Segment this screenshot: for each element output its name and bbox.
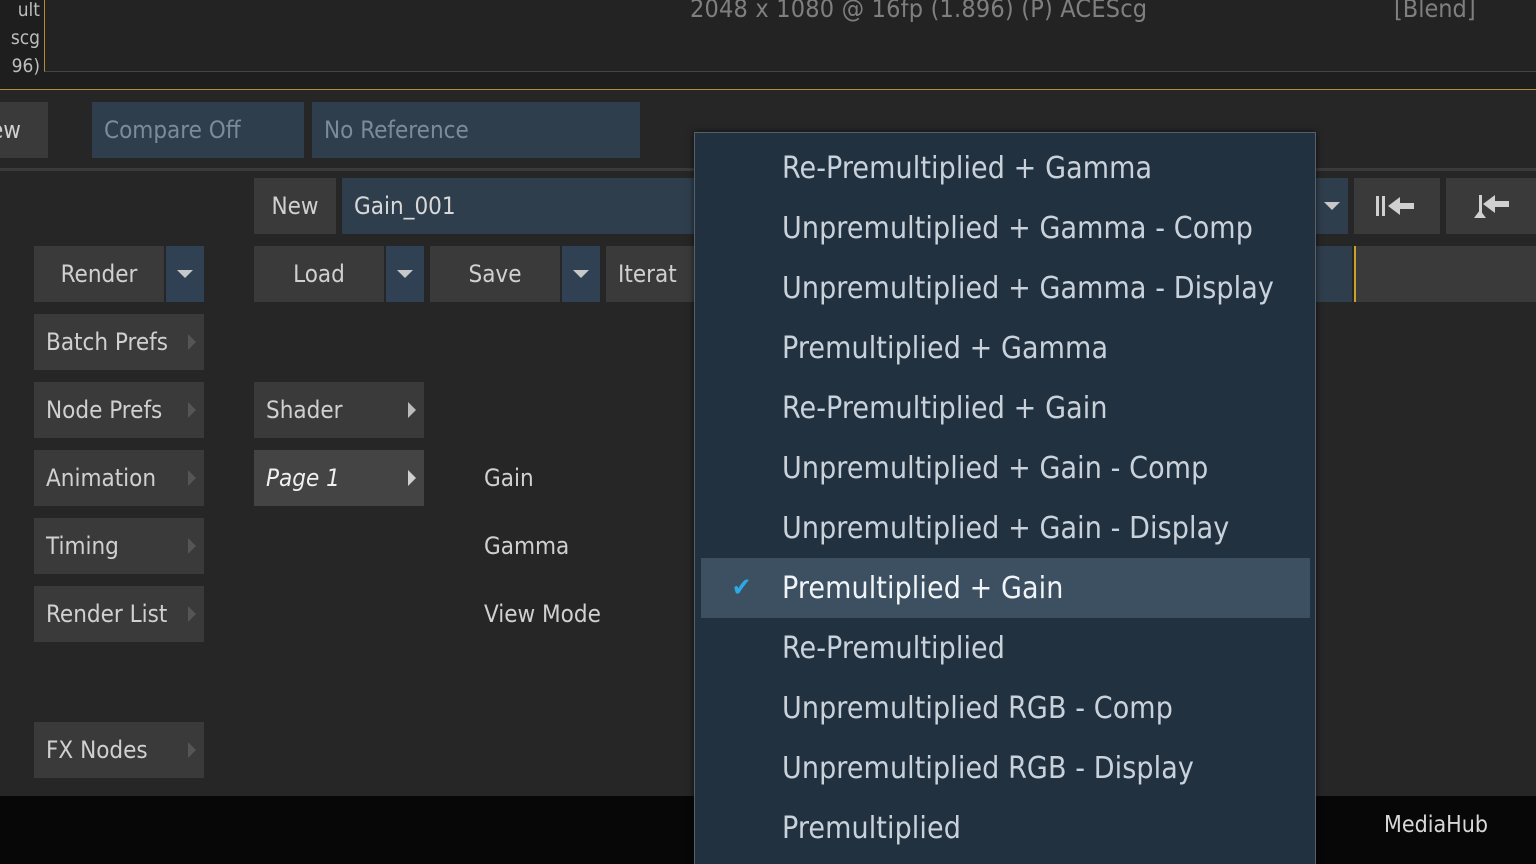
setup-name-dropdown[interactable] xyxy=(1316,178,1348,234)
menu-item[interactable]: Unpremultiplied + Gamma - Comp xyxy=(701,198,1310,258)
timeline-field[interactable] xyxy=(1354,246,1536,302)
render-list-label: Render List xyxy=(46,600,168,628)
chevron-right-icon xyxy=(408,402,416,418)
menu-item-label: Re-Premultiplied xyxy=(782,630,1006,666)
chevron-right-icon xyxy=(188,334,196,350)
compare-selector[interactable]: Compare Off xyxy=(92,102,304,158)
gamma-label: Gamma xyxy=(484,532,570,560)
new-setup-button[interactable]: New xyxy=(254,178,336,234)
right-field[interactable] xyxy=(1316,246,1352,302)
load-button[interactable]: Load xyxy=(254,246,384,302)
load-dropdown[interactable] xyxy=(386,246,424,302)
fx-nodes-label: FX Nodes xyxy=(46,736,148,764)
view-mode-menu: Re-Premultiplied + Gamma Unpremultiplied … xyxy=(694,132,1316,864)
menu-item-label: Re-Premultiplied + Gain xyxy=(782,390,1108,426)
menu-item[interactable]: Re-Premultiplied + Gamma xyxy=(701,138,1310,198)
menu-item-label: Premultiplied + Gamma xyxy=(782,330,1109,366)
chevron-down-icon xyxy=(573,270,589,278)
menu-item[interactable]: Re-Premultiplied + Gain xyxy=(701,378,1310,438)
fx-nodes-button[interactable]: FX Nodes xyxy=(34,722,204,778)
chevron-down-icon xyxy=(177,270,193,278)
resolution-info: 2048 x 1080 @ 16fp (1.896) (P) ACEScg xyxy=(690,0,1148,23)
menu-item-label: Premultiplied + Gain xyxy=(782,570,1064,606)
node-prefs-button[interactable]: Node Prefs xyxy=(34,382,204,438)
menu-item-label: Unpremultiplied + Gain - Comp xyxy=(782,450,1209,486)
timing-label: Timing xyxy=(46,532,119,560)
render-dropdown[interactable] xyxy=(166,246,204,302)
menu-item[interactable]: Unpremultiplied + Gain - Display xyxy=(701,498,1310,558)
viewport-left-info: ult scg 96) xyxy=(10,0,40,77)
go-to-start-icon xyxy=(1376,196,1414,216)
chevron-down-icon xyxy=(1324,202,1340,210)
chevron-right-icon xyxy=(408,470,416,486)
batch-prefs-label: Batch Prefs xyxy=(46,328,168,356)
timing-button[interactable]: Timing xyxy=(34,518,204,574)
chevron-right-icon xyxy=(188,470,196,486)
batch-prefs-button[interactable]: Batch Prefs xyxy=(34,314,204,370)
chevron-right-icon xyxy=(188,538,196,554)
menu-item[interactable]: Premultiplied xyxy=(701,798,1310,858)
render-button[interactable]: Render xyxy=(34,246,164,302)
menu-item-label: Unpremultiplied RGB - Display xyxy=(782,750,1194,786)
page-1-button[interactable]: Page 1 xyxy=(254,450,424,506)
menu-item[interactable]: Premultiplied + Gamma xyxy=(701,318,1310,378)
menu-item[interactable]: Unpremultiplied RGB - Display xyxy=(701,738,1310,798)
menu-item[interactable]: Unpremultiplied RGB - Comp xyxy=(701,678,1310,738)
go-to-start-button[interactable] xyxy=(1354,178,1440,234)
save-dropdown[interactable] xyxy=(562,246,600,302)
view-button[interactable]: ew xyxy=(0,102,48,158)
menu-item-label: Unpremultiplied RGB - Comp xyxy=(782,690,1173,726)
menu-item[interactable]: Unpremultiplied + Gain - Comp xyxy=(701,438,1310,498)
animation-label: Animation xyxy=(46,464,157,492)
shader-page-button[interactable]: Shader xyxy=(254,382,424,438)
menu-item-label: Unpremultiplied + Gain - Display xyxy=(782,510,1230,546)
chevron-right-icon xyxy=(188,402,196,418)
page-1-label: Page 1 xyxy=(266,464,340,492)
iterate-button[interactable]: Iterat xyxy=(606,246,706,302)
mediahub-tab[interactable]: MediaHub xyxy=(1384,812,1488,838)
shader-label: Shader xyxy=(266,396,343,424)
node-prefs-label: Node Prefs xyxy=(46,396,163,424)
render-list-button[interactable]: Render List xyxy=(34,586,204,642)
menu-item-label: Unpremultiplied + Gamma - Display xyxy=(782,270,1274,306)
menu-item-label: Premultiplied xyxy=(782,810,961,846)
animation-button[interactable]: Animation xyxy=(34,450,204,506)
menu-item[interactable]: Unpremultiplied + Gamma - Display xyxy=(701,258,1310,318)
menu-item-label: Unpremultiplied + Gamma - Comp xyxy=(782,210,1253,246)
menu-item[interactable]: ✔ Premultiplied + Gain xyxy=(701,558,1310,618)
chevron-right-icon xyxy=(188,742,196,758)
previous-keyframe-button[interactable] xyxy=(1446,178,1536,234)
previous-keyframe-icon xyxy=(1474,195,1509,218)
gain-label: Gain xyxy=(484,464,534,492)
reference-selector[interactable]: No Reference xyxy=(312,102,640,158)
blend-tag: [Blend] xyxy=(1394,0,1476,23)
checkmark-icon: ✔ xyxy=(731,573,752,603)
view-mode-label: View Mode xyxy=(484,600,601,628)
chevron-right-icon xyxy=(188,606,196,622)
chevron-down-icon xyxy=(397,270,413,278)
menu-item[interactable]: Re-Premultiplied xyxy=(701,618,1310,678)
menu-item-label: Re-Premultiplied + Gamma xyxy=(782,150,1153,186)
setup-name-field[interactable]: Gain_001 xyxy=(342,178,702,234)
view-button-label: ew xyxy=(0,116,21,144)
save-button[interactable]: Save xyxy=(430,246,560,302)
